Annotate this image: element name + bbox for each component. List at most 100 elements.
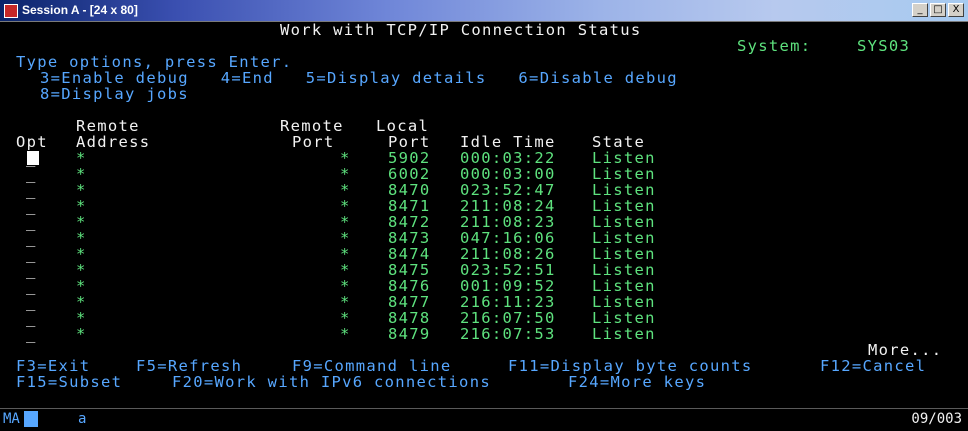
row-remote-port: * [340, 277, 351, 295]
row-state: Listen [592, 197, 656, 215]
row-state: Listen [592, 149, 656, 167]
opt-input[interactable]: _ [26, 294, 37, 310]
fkey-f11[interactable]: F11=Display byte counts [508, 358, 753, 374]
fkey-f9[interactable]: F9=Command line [292, 358, 451, 374]
row-idle-time: 001:09:52 [460, 277, 556, 295]
screen-title: Work with TCP/IP Connection Status [280, 21, 642, 39]
header-local-port: Local [376, 117, 430, 135]
row-remote-port: * [340, 149, 351, 167]
row-remote-address: * [76, 149, 87, 167]
row-state: Listen [592, 261, 656, 279]
row-idle-time: 216:07:53 [460, 325, 556, 343]
opt-input[interactable]: _ [26, 166, 37, 182]
minimize-button[interactable]: _ [912, 3, 928, 17]
app-icon[interactable] [4, 4, 18, 18]
row-idle-time: 216:11:23 [460, 293, 556, 311]
row-remote-address: * [76, 261, 87, 279]
row-local-port: 8476 [388, 277, 431, 295]
opt-input[interactable]: _ [26, 230, 37, 246]
row-local-port: 5902 [388, 149, 431, 167]
row-remote-port: * [340, 197, 351, 215]
fkey-f15[interactable]: F15=Subset [16, 374, 122, 390]
options-line-2: 8=Display jobs [40, 85, 189, 103]
row-remote-port: * [340, 165, 351, 183]
row-local-port: 6002 [388, 165, 431, 183]
row-local-port: 8477 [388, 293, 431, 311]
options-line-1: 3=Enable debug 4=End 5=Display details 6… [40, 69, 678, 87]
header-remote-address: Remote [76, 117, 140, 135]
row-remote-port: * [340, 325, 351, 343]
row-idle-time: 211:08:23 [460, 213, 556, 231]
row-local-port: 8473 [388, 229, 431, 247]
header-remote-port: Remote [280, 117, 344, 135]
fkey-f5[interactable]: F5=Refresh [136, 358, 242, 374]
row-remote-port: * [340, 213, 351, 231]
row-idle-time: 047:16:06 [460, 229, 556, 247]
row-local-port: 8471 [388, 197, 431, 215]
row-remote-address: * [76, 197, 87, 215]
keyboard-indicator: a [78, 411, 87, 427]
row-idle-time: 023:52:51 [460, 261, 556, 279]
terminal-screen[interactable]: Work with TCP/IP Connection Status Syste… [0, 22, 968, 408]
row-local-port: 8474 [388, 245, 431, 263]
row-idle-time: 023:52:47 [460, 181, 556, 199]
row-idle-time: 216:07:50 [460, 309, 556, 327]
fkey-f20[interactable]: F20=Work with IPv6 connections [172, 374, 491, 390]
header-lport: Port [388, 133, 431, 151]
header-port: Port [292, 133, 335, 151]
fkey-f24[interactable]: F24=More keys [568, 374, 706, 390]
row-remote-address: * [76, 245, 87, 263]
header-idle-time: Idle Time [460, 133, 556, 151]
opt-input[interactable]: _ [26, 214, 37, 230]
row-local-port: 8479 [388, 325, 431, 343]
row-remote-port: * [340, 261, 351, 279]
opt-input[interactable]: _ [26, 262, 37, 278]
row-local-port: 8478 [388, 309, 431, 327]
row-remote-address: * [76, 277, 87, 295]
row-idle-time: 211:08:26 [460, 245, 556, 263]
opt-input[interactable]: _ [26, 246, 37, 262]
header-opt: Opt [16, 133, 48, 151]
row-remote-address: * [76, 165, 87, 183]
window-controls: _ □ X [912, 3, 964, 17]
row-remote-port: * [340, 229, 351, 247]
maximize-button[interactable]: □ [930, 3, 946, 17]
row-idle-time: 000:03:00 [460, 165, 556, 183]
row-idle-time: 211:08:24 [460, 197, 556, 215]
opt-input[interactable]: _ [26, 198, 37, 214]
opt-input[interactable]: _ [26, 310, 37, 326]
status-bar: MA a 09/003 [0, 408, 968, 431]
window-title-bar: Session A - [24 x 80] _ □ X [0, 0, 968, 22]
more-indicator: More... [868, 341, 943, 359]
row-state: Listen [592, 309, 656, 327]
row-remote-address: * [76, 325, 87, 343]
opt-input[interactable]: _ [26, 182, 37, 198]
status-cursor [24, 411, 38, 427]
instructions: Type options, press Enter. [16, 53, 293, 71]
row-remote-address: * [76, 213, 87, 231]
row-state: Listen [592, 293, 656, 311]
row-state: Listen [592, 277, 656, 295]
header-address: Address [76, 133, 151, 151]
row-remote-port: * [340, 245, 351, 263]
row-remote-port: * [340, 181, 351, 199]
fkey-f12[interactable]: F12=Cancel [820, 358, 926, 374]
fkey-f3[interactable]: F3=Exit [16, 358, 90, 374]
row-state: Listen [592, 213, 656, 231]
cursor-position: 09/003 [911, 411, 962, 427]
row-state: Listen [592, 229, 656, 247]
row-remote-address: * [76, 309, 87, 327]
text-cursor [27, 151, 39, 165]
mode-indicator: MA [3, 411, 20, 427]
row-state: Listen [592, 165, 656, 183]
row-remote-address: * [76, 293, 87, 311]
opt-input[interactable]: _ [26, 326, 37, 342]
close-button[interactable]: X [948, 3, 964, 17]
row-state: Listen [592, 245, 656, 263]
row-remote-port: * [340, 293, 351, 311]
row-local-port: 8470 [388, 181, 431, 199]
window-title: Session A - [24 x 80] [22, 3, 138, 17]
opt-input[interactable]: _ [26, 278, 37, 294]
system-value: SYS03 [857, 37, 911, 55]
row-state: Listen [592, 325, 656, 343]
